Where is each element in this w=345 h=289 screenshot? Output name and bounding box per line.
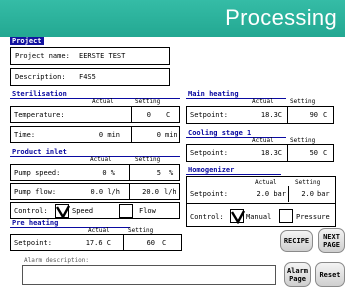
homogenizer-box: Actual Setting Setpoint: 2.0 bar 2.0 bar… <box>186 176 336 227</box>
main-heating-title: Main heating <box>188 90 239 98</box>
time-setting[interactable]: 0 <box>157 131 161 139</box>
description-field[interactable]: Description: F4S5 <box>10 68 170 86</box>
homogenizer-panel: Homogenizer Actual Setting Setpoint: 2.0… <box>186 166 338 227</box>
time-unit: min <box>165 131 178 139</box>
control-label: Control: <box>14 207 48 215</box>
main-heating-setpoint-label: Setpoint: <box>190 111 228 119</box>
main-heating-unit: C <box>323 111 328 119</box>
main-heating-setting-header: Setting <box>290 98 316 105</box>
cooling-actual-header: Actual <box>252 137 274 144</box>
reset-button[interactable]: Reset <box>315 262 345 287</box>
time-actual: 0 min <box>98 131 120 139</box>
homogenizer-setpoint-label: Setpoint: <box>190 190 228 198</box>
alarm-description-field <box>22 265 276 285</box>
pre-heating-setting[interactable]: 60 <box>147 239 155 247</box>
sterilisation-panel: Sterilisation Actual Setting Temperature… <box>10 90 180 146</box>
pre-heating-setting-header: Setting <box>128 227 154 234</box>
control-row: Control: Speed Flow <box>10 202 180 219</box>
temperature-label: Temperature: <box>14 111 65 119</box>
checkmark-icon <box>231 210 245 224</box>
main-heating-panel: Main heating Actual Setting Setpoint: 18… <box>186 90 338 128</box>
pre-heating-setpoint-row: Setpoint: 17.6 C 60 C <box>10 234 182 251</box>
sterilisation-actual-header: Actual <box>92 98 114 105</box>
next-page-label-line2: PAGE <box>323 240 340 249</box>
checkmark-icon <box>56 205 70 219</box>
product-inlet-setting-header: Setting <box>135 156 161 163</box>
cooling-title: Cooling stage 1 <box>188 129 252 137</box>
product-inlet-actual-header: Actual <box>90 156 112 163</box>
main-heating-actual: 18.3C <box>260 111 282 119</box>
homogenizer-actual-header: Actual <box>255 179 277 186</box>
pre-heating-setpoint-label: Setpoint: <box>14 239 52 247</box>
speed-checkbox[interactable] <box>55 204 70 219</box>
pressure-checkbox[interactable] <box>279 209 293 223</box>
recipe-button[interactable]: RECIPE <box>280 230 313 252</box>
next-page-button[interactable]: NEXT PAGE <box>318 228 345 253</box>
product-inlet-title: Product inlet <box>12 148 67 156</box>
pump-flow-actual: 0.0 l/h <box>90 188 120 196</box>
alarm-description-label: Alarm description: <box>24 257 90 264</box>
cooling-panel: Cooling stage 1 Actual Setting Setpoint:… <box>186 129 338 164</box>
cooling-actual: 18.3C <box>260 149 282 157</box>
pressure-option-label: Pressure <box>296 213 330 221</box>
pump-speed-label: Pump speed: <box>14 169 61 177</box>
pump-flow-setting[interactable]: 20.0 <box>142 188 159 196</box>
time-row: Time: 0 min 0 min <box>10 126 180 143</box>
cooling-setting-header: Setting <box>290 137 316 144</box>
pre-heating-actual-header: Actual <box>88 227 110 234</box>
cooling-setting[interactable]: 50 <box>310 149 318 157</box>
alarm-page-label-line1: Alarm <box>286 266 309 275</box>
temperature-unit: C <box>166 111 171 119</box>
product-inlet-panel: Product inlet Actual Setting Pump speed:… <box>10 148 180 219</box>
flow-checkbox[interactable] <box>119 204 133 218</box>
project-panel: Project Project name: EERSTE TEST Descri… <box>10 37 175 90</box>
pre-heating-title: Pre heating <box>12 219 59 227</box>
next-page-label-line1: NEXT <box>323 232 340 241</box>
speed-option-label: Speed <box>72 207 94 215</box>
main-heating-setpoint-row: Setpoint: 18.3C 90 C <box>186 106 334 124</box>
temperature-setting[interactable]: 0 <box>147 111 151 119</box>
sterilisation-setting-header: Setting <box>135 98 161 105</box>
project-title: Project <box>10 37 44 45</box>
homogenizer-unit: bar <box>317 190 330 198</box>
header-bar: Processing <box>0 0 345 37</box>
main-heating-actual-header: Actual <box>252 98 274 105</box>
flow-option-label: Flow <box>139 207 156 215</box>
homogenizer-setting[interactable]: 2.0 <box>301 190 314 198</box>
temperature-row: Temperature: 0 C <box>10 106 180 123</box>
description-value: F4S5 <box>79 73 96 81</box>
homogenizer-control-label: Control: <box>190 213 224 221</box>
pump-flow-label: Pump flow: <box>14 188 57 196</box>
pre-heating-actual: 17.6 C <box>85 239 111 247</box>
cooling-setpoint-label: Setpoint: <box>190 149 228 157</box>
sterilisation-title: Sterilisation <box>12 90 67 98</box>
pump-speed-unit: % <box>169 169 174 177</box>
project-name-label: Project name: <box>15 52 70 60</box>
alarm-page-button[interactable]: Alarm Page <box>284 262 311 287</box>
alarm-page-label-line2: Page <box>289 274 306 283</box>
main-heating-setting[interactable]: 90 <box>310 111 318 119</box>
manual-option-label: Manual <box>246 213 272 221</box>
time-label: Time: <box>14 131 36 139</box>
pre-heating-panel: Pre heating Actual Setting Setpoint: 17.… <box>10 219 182 251</box>
description-label: Description: <box>15 73 66 81</box>
cooling-setpoint-row: Setpoint: 18.3C 50 C <box>186 144 334 162</box>
pump-flow-unit: l/h <box>164 188 177 196</box>
homogenizer-title: Homogenizer <box>188 166 235 174</box>
pump-speed-row: Pump speed: 0 % 5 % <box>10 164 180 181</box>
pump-speed-actual: 0 % <box>102 169 115 177</box>
project-name-value: EERSTE TEST <box>79 52 126 60</box>
page-title: Processing <box>225 5 337 30</box>
pump-flow-row: Pump flow: 0.0 l/h 20.0 l/h <box>10 183 180 200</box>
cooling-unit: C <box>323 149 328 157</box>
pump-speed-setting[interactable]: 5 <box>157 169 161 177</box>
manual-checkbox[interactable] <box>230 209 245 224</box>
homogenizer-actual: 2.0 bar <box>256 190 286 198</box>
project-name-field[interactable]: Project name: EERSTE TEST <box>10 47 170 65</box>
pre-heating-unit: C <box>162 239 167 247</box>
homogenizer-setting-header: Setting <box>295 179 321 186</box>
